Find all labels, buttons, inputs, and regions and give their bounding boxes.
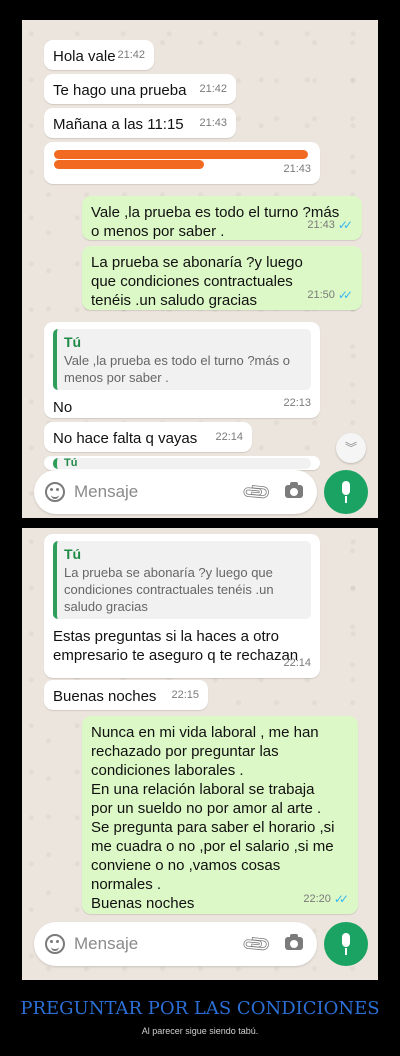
message-text: No hace falta q vayas xyxy=(53,430,198,447)
attach-icon[interactable]: 📎︎ xyxy=(239,927,275,962)
read-ticks-icon: ✓✓ xyxy=(333,892,349,906)
chat-screenshot-top: Hola vale 21:42 Te hago una prueba 21:42… xyxy=(22,20,378,518)
quoted-message[interactable]: Tú Vale ,la prueba es todo el turno ?más… xyxy=(53,329,311,390)
quoted-message: Tú xyxy=(53,458,311,469)
message-time: 22:20 ✓✓ xyxy=(303,890,349,909)
quote-text: Vale ,la prueba es todo el turno ?más o … xyxy=(64,353,290,385)
quote-author: Tú xyxy=(64,334,82,350)
message-incoming-partial: Tú xyxy=(44,456,320,470)
caption-subtitle: Al parecer sigue siendo tabú. xyxy=(141,1026,259,1036)
camera-icon[interactable] xyxy=(285,934,303,950)
message-text: La prueba se abonaría ?y luego que condi… xyxy=(91,254,303,309)
message-input[interactable]: Mensaje xyxy=(74,934,138,954)
message-time: 22:15 xyxy=(171,689,199,701)
message-text: Buenas noches xyxy=(53,688,157,705)
message-time: 22:13 xyxy=(283,397,311,409)
message-text: Te hago una prueba xyxy=(53,82,187,99)
attach-icon[interactable]: 📎︎ xyxy=(239,475,275,510)
mic-button[interactable] xyxy=(324,470,368,514)
scroll-to-bottom-button[interactable]: ︾ xyxy=(336,433,366,463)
message-incoming-reply: Tú La prueba se abonaría ?y luego que co… xyxy=(44,534,320,678)
message-text: No xyxy=(53,399,73,416)
chevron-down-icon: ︾ xyxy=(344,441,357,455)
quote-author: Tú xyxy=(64,457,78,469)
message-input[interactable]: Mensaje xyxy=(74,482,138,502)
message-composer[interactable]: Mensaje 📎︎ xyxy=(34,922,317,966)
message-time: 21:42 xyxy=(117,49,145,61)
emoji-icon[interactable] xyxy=(45,482,65,502)
message-incoming: Mañana a las 11:15 21:43 xyxy=(44,108,236,138)
message-outgoing: Nunca en mi vida laboral , me han rechaz… xyxy=(82,716,358,914)
message-time: 21:50 ✓✓ xyxy=(307,286,353,305)
message-incoming: Buenas noches 22:15 xyxy=(44,680,208,710)
message-incoming: Te hago una prueba 21:42 xyxy=(44,74,236,104)
message-text: Hola vale xyxy=(53,48,116,65)
message-time: 21:43 xyxy=(283,163,311,175)
caption-title: PREGUNTAR POR LAS CONDICIONES xyxy=(20,998,380,1019)
quoted-message[interactable]: Tú La prueba se abonaría ?y luego que co… xyxy=(53,541,311,619)
message-outgoing: La prueba se abonaría ?y luego que condi… xyxy=(82,246,362,310)
message-time: 22:14 xyxy=(283,657,311,669)
message-outgoing: Vale ,la prueba es todo el turno ?más o … xyxy=(82,196,362,240)
message-incoming-reply: Tú Vale ,la prueba es todo el turno ?más… xyxy=(44,322,320,418)
message-text: Nunca en mi vida laboral , me han rechaz… xyxy=(91,724,335,912)
message-text: Vale ,la prueba es todo el turno ?más o … xyxy=(91,204,340,240)
message-text: Estas preguntas si la haces a otro empre… xyxy=(53,628,299,664)
message-incoming: Hola vale 21:42 xyxy=(44,40,154,70)
message-time: 21:43 xyxy=(199,117,227,129)
quote-text: La prueba se abonaría ?y luego que condi… xyxy=(64,565,274,614)
message-text: Mañana a las 11:15 xyxy=(53,116,184,133)
message-time: 21:42 xyxy=(199,83,227,95)
chat-screenshot-bottom: Tú La prueba se abonaría ?y luego que co… xyxy=(22,528,378,980)
quote-author: Tú xyxy=(64,546,82,562)
read-ticks-icon: ✓✓ xyxy=(337,218,353,232)
mic-button[interactable] xyxy=(324,922,368,966)
message-incoming-redacted: 21:43 xyxy=(44,142,320,184)
message-time: 22:14 xyxy=(215,431,243,443)
message-time: 21:43 ✓✓ xyxy=(307,216,353,235)
message-incoming: No hace falta q vayas 22:14 xyxy=(44,422,252,452)
redaction-scribble xyxy=(54,150,308,159)
message-composer[interactable]: Mensaje 📎︎ xyxy=(34,470,317,514)
camera-icon[interactable] xyxy=(285,482,303,498)
read-ticks-icon: ✓✓ xyxy=(337,288,353,302)
emoji-icon[interactable] xyxy=(45,934,65,954)
redaction-scribble xyxy=(54,160,204,169)
